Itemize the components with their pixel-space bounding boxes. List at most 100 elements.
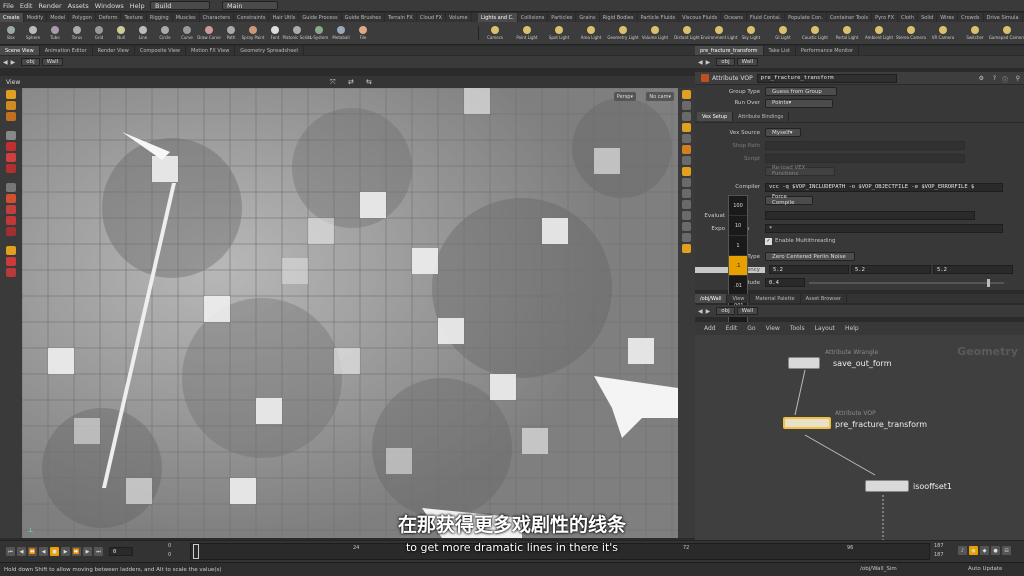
network-menu-tools[interactable]: Tools — [790, 325, 805, 332]
ladder-step[interactable]: 10 — [729, 216, 747, 236]
shelf-tool-path[interactable]: Path — [220, 26, 242, 40]
display-options-icon[interactable] — [682, 90, 691, 99]
info-icon[interactable]: ⓘ — [1002, 75, 1008, 84]
shelf-tab-modify[interactable]: Modify — [24, 13, 48, 22]
shelf-tab-polygon[interactable]: Polygon — [69, 13, 96, 22]
shelf-tab-particles[interactable]: Particles — [548, 13, 577, 22]
shelf-tool-gi-light[interactable]: GI Light — [767, 26, 799, 40]
ladder-step[interactable]: 1 — [729, 236, 747, 256]
shop-path-field[interactable] — [765, 141, 965, 150]
network-menu-view[interactable]: View — [766, 325, 780, 332]
shelf-tool-point-light[interactable]: Point Light — [511, 26, 543, 40]
menu-render[interactable]: Render — [38, 2, 61, 10]
menu-help[interactable]: Help — [130, 2, 145, 10]
shelf-tool-camera[interactable]: Camera — [479, 26, 511, 40]
shelf-tool-l-system[interactable]: L-System — [308, 26, 330, 40]
shelf-tool-area-light[interactable]: Area Light — [575, 26, 607, 40]
force-compile-button[interactable]: Force Compile — [765, 194, 813, 206]
shelf-tool-distant-light[interactable]: Distant Light — [671, 26, 703, 40]
lock-icon[interactable] — [682, 101, 691, 110]
shelf-tool-curve[interactable]: Curve — [176, 26, 198, 40]
shelf-tab-constraints[interactable]: Constraints — [234, 13, 270, 22]
pin-icon[interactable]: ⚲ — [1016, 75, 1020, 82]
shelf-tab-oceans[interactable]: Oceans — [721, 13, 747, 22]
shelf-tab-crowds[interactable]: Crowds — [958, 13, 984, 22]
shelf-tool-spot-light[interactable]: Spot Light — [543, 26, 575, 40]
shelf-tool-geometry-light[interactable]: Geometry Light — [607, 26, 639, 40]
shelf-tab-terrain-fx[interactable]: Terrain FX — [385, 13, 417, 22]
display-prim-icon[interactable] — [682, 167, 691, 176]
ladder-step[interactable]: .01 — [729, 276, 747, 296]
network-tab-obj-wall[interactable]: /obj/Wall — [695, 294, 728, 303]
shelf-tab-deform[interactable]: Deform — [96, 13, 122, 22]
transform-icon[interactable]: ⇄ — [348, 78, 354, 86]
snap-multi-icon[interactable] — [6, 246, 16, 255]
network-tab-material-palette[interactable]: Material Palette — [750, 294, 801, 303]
shelf-tool-sphere[interactable]: Sphere — [22, 26, 44, 40]
viewport-3d[interactable]: Persp ▾ No cam ▾ ⊥ — [22, 88, 678, 538]
help-icon[interactable]: ? — [993, 75, 996, 82]
shelf-tab-guide-brushes[interactable]: Guide Brushes — [342, 13, 385, 22]
visualizer-icon[interactable] — [682, 222, 691, 231]
shelf-tool-line[interactable]: Line — [132, 26, 154, 40]
shelf-tab-cloud-fx[interactable]: Cloud FX — [417, 13, 447, 22]
frequency-y-field[interactable]: 5.2 — [851, 265, 931, 274]
path-segment-obj[interactable]: obj — [21, 58, 40, 66]
shelf-tool-spray-paint[interactable]: Spray Paint — [242, 26, 264, 40]
grid-toggle-icon[interactable] — [682, 233, 691, 242]
shelf-tool-environment-light[interactable]: Environment Light — [701, 26, 737, 40]
shelf-tab-particle-fluids[interactable]: Particle Fluids — [638, 13, 680, 22]
shelf-tab-lights-and-c[interactable]: Lights and C. — [478, 13, 518, 22]
network-menu-help[interactable]: Help — [845, 325, 859, 332]
view-tool-icon[interactable] — [6, 153, 16, 162]
tab-vex-setup[interactable]: Vex Setup — [697, 112, 734, 121]
tab-attribute-bindings[interactable]: Attribute Bindings — [733, 112, 790, 121]
shelf-tab-hair-utils[interactable]: Hair Utils — [269, 13, 300, 22]
shelf-tool-metaball[interactable]: Metaball — [330, 26, 352, 40]
ghost-icon[interactable] — [682, 112, 691, 121]
node-pre-fracture-transform[interactable] — [783, 417, 831, 429]
snap-point-icon[interactable] — [6, 227, 16, 236]
ladder-step[interactable]: 100 — [729, 196, 747, 216]
select-tool-icon[interactable] — [6, 90, 16, 99]
background-icon[interactable] — [682, 189, 691, 198]
wireframe-icon[interactable] — [682, 123, 691, 132]
auto-update-menu[interactable]: Auto Update — [968, 566, 1002, 572]
shelf-tab-muscles[interactable]: Muscles — [173, 13, 200, 22]
scale-tool-icon[interactable] — [6, 164, 16, 173]
shelf-tool-volume-light[interactable]: Volume Light — [639, 26, 671, 40]
vex-source-menu[interactable]: Myself ▾ — [765, 128, 801, 137]
param-back-icon[interactable]: ◀ — [698, 59, 703, 66]
persp-menu[interactable]: Persp ▾ — [613, 92, 636, 101]
multithreading-checkbox[interactable]: ✓ — [765, 237, 772, 245]
menu-assets[interactable]: Assets — [68, 2, 89, 10]
forward-arrow-icon[interactable]: ▶ — [11, 59, 16, 66]
param-path-wall[interactable]: Wall — [736, 58, 759, 66]
network-tab-asset-browser[interactable]: Asset Browser — [801, 294, 848, 303]
compiler-field[interactable]: vcc -q $VOP_INCLUDEPATH -o $VOP_OBJECTFI… — [765, 182, 1003, 192]
viewer-tab-motion-fx-view[interactable]: Motion FX View — [186, 46, 236, 55]
ladder-step[interactable]: .1 — [729, 256, 747, 276]
frequency-z-field[interactable]: 5.2 — [933, 265, 1013, 274]
shelf-tab-cloth[interactable]: Cloth — [898, 13, 919, 22]
network-menu-layout[interactable]: Layout — [815, 325, 835, 332]
handle-tool-icon[interactable] — [6, 142, 16, 151]
shelf-tool-box[interactable]: Box — [0, 26, 22, 40]
shadow-icon[interactable] — [682, 211, 691, 220]
script-field[interactable] — [765, 154, 965, 163]
camera-menu[interactable]: No cam ▾ — [646, 92, 674, 101]
param-tab-pre-fracture-transform[interactable]: pre_fracture_transform — [695, 46, 764, 55]
amplitude-slider[interactable] — [809, 278, 1004, 287]
magnet-icon[interactable] — [6, 194, 16, 203]
shelf-tool-circle[interactable]: Circle — [154, 26, 176, 40]
shelf-tool-vr-camera[interactable]: VR Camera — [927, 26, 959, 40]
guides-icon[interactable] — [682, 178, 691, 187]
snap-active-icon[interactable] — [6, 268, 16, 277]
shelf-tab-wires[interactable]: Wires — [937, 13, 959, 22]
shelf-tool-caustic-light[interactable]: Caustic Light — [799, 26, 831, 40]
shelf-tool-tube[interactable]: Tube — [44, 26, 66, 40]
network-menu-go[interactable]: Go — [747, 325, 755, 332]
shelf-tab-texture[interactable]: Texture — [121, 13, 147, 22]
amplitude-slider-handle[interactable] — [987, 278, 990, 287]
shelf-tab-viscous-fluids[interactable]: Viscous Fluids — [679, 13, 722, 22]
